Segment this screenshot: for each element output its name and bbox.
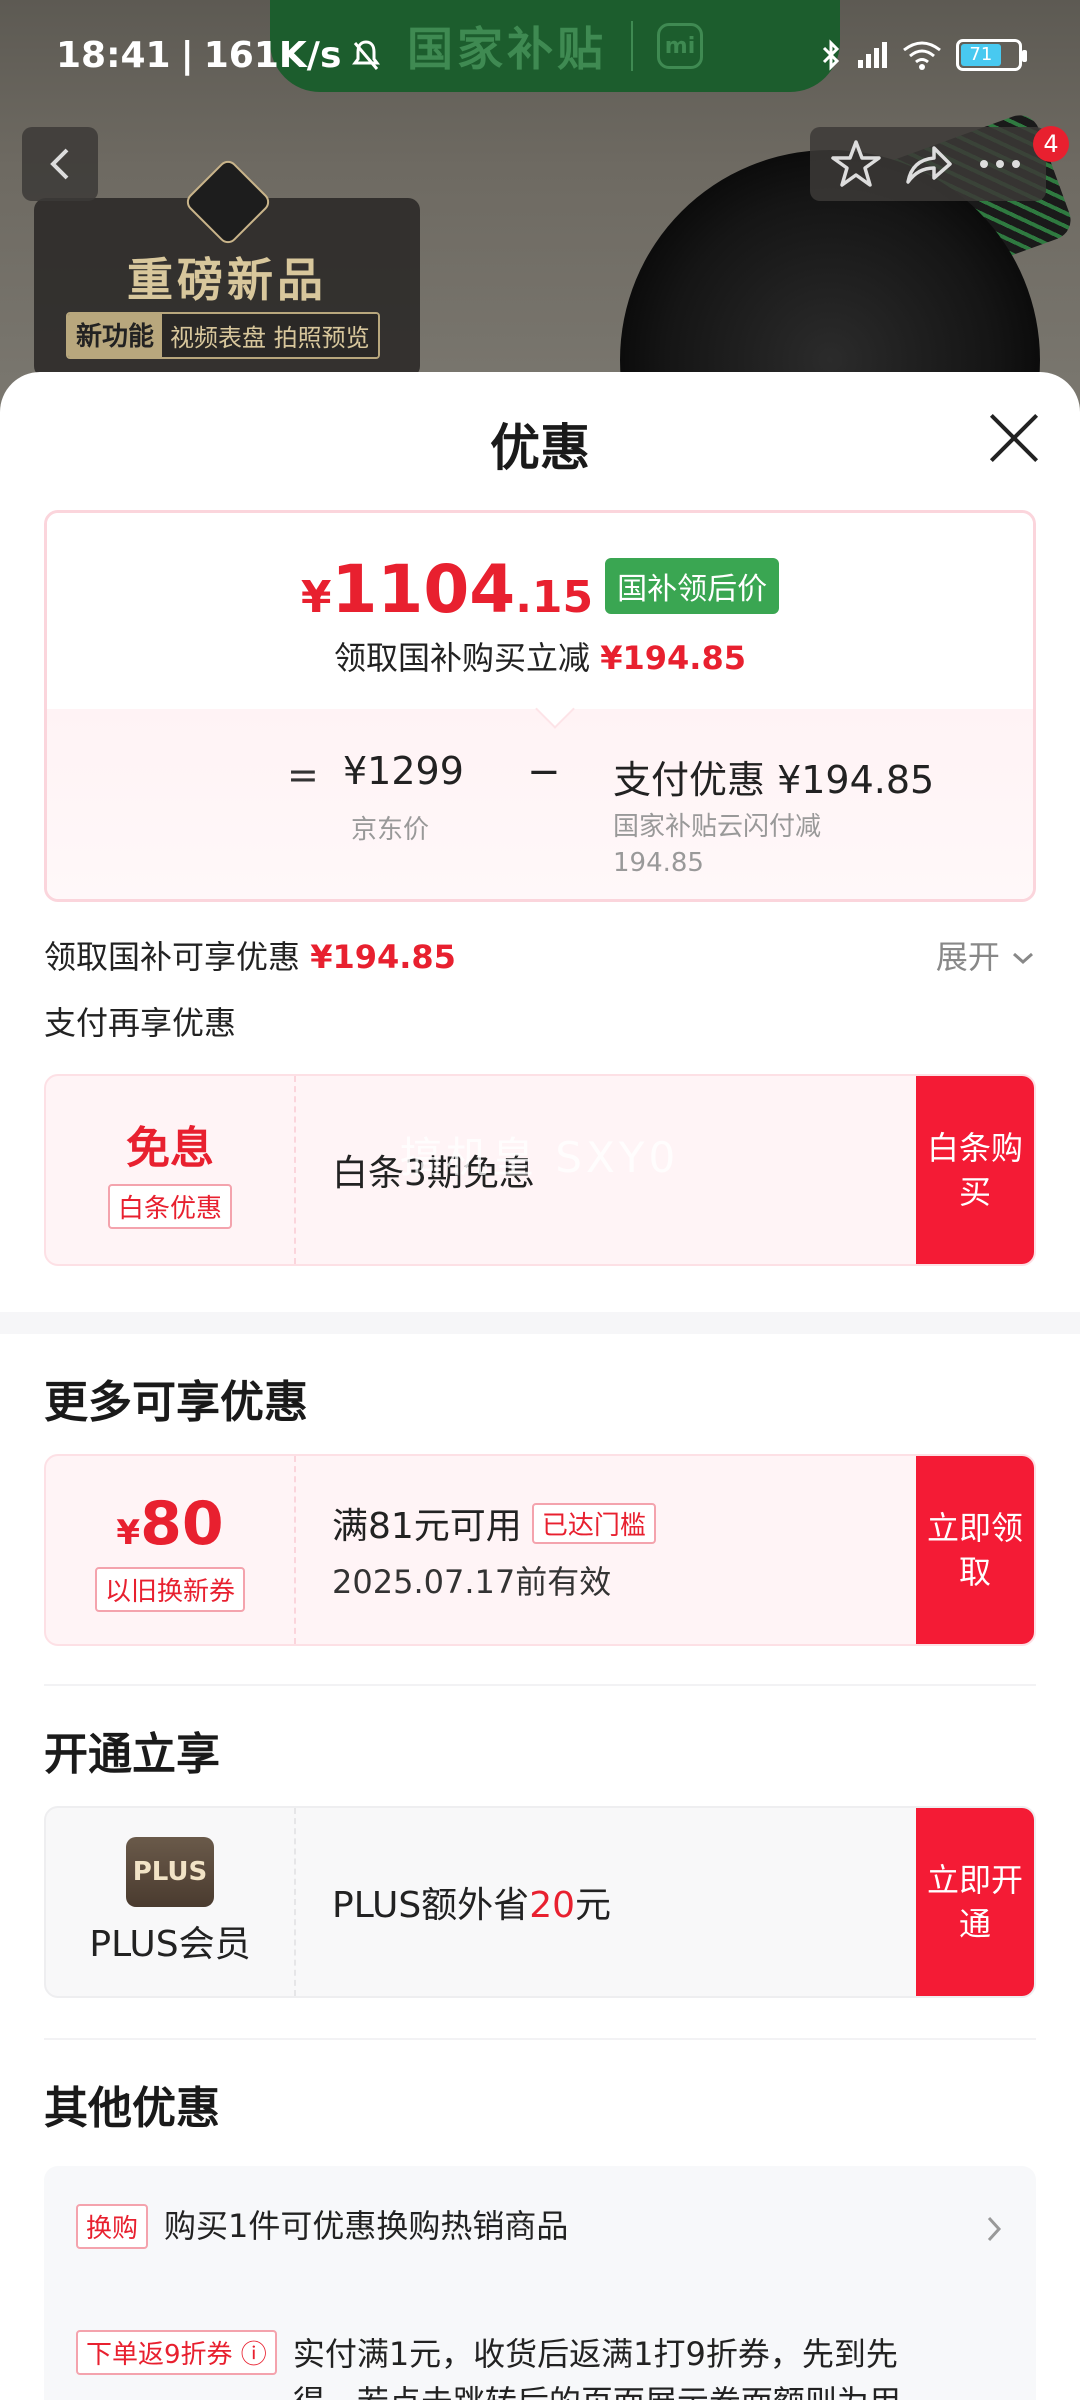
tradein-tag: 以旧换新券 (94, 1566, 245, 1612)
watermark: 搞机皇 SXY0 (400, 1133, 680, 1182)
offer-text: 实付满1元，收货后返满1打9折券，先到先得。若点击跳转后的页面展示券面额则为用 (292, 2335, 901, 2400)
plus-logo-icon: PLUS (126, 1837, 214, 1907)
more-icon[interactable] (974, 138, 1026, 190)
divider (44, 1684, 1036, 1686)
baitiao-buy-button[interactable]: 白条购买 (916, 1076, 1034, 1264)
status-separator: | (180, 34, 194, 76)
sheet-title: 优惠 (490, 419, 590, 477)
equals-sign: = (287, 753, 319, 797)
offer-text: 购买1件可优惠换购热销商品 (164, 2207, 569, 2245)
plus-desc-prefix: PLUS额外省 (332, 1885, 530, 1926)
tradein-coupon: ¥80 以旧换新券 满81元可用 已达门槛 2025.07.17前有效 立即领取 (44, 1454, 1036, 1646)
bluetooth-icon (822, 39, 840, 71)
tradein-value: 80 (140, 1488, 224, 1559)
baitiao-left: 免息 白条优惠 (46, 1076, 296, 1264)
price-breakdown (47, 709, 1033, 899)
battery-icon: 71 (956, 39, 1027, 71)
status-left: 18:41 | 161K/s (56, 35, 381, 76)
final-price-decimal: .15 (515, 572, 594, 623)
promo-tags: 新功能 视频表盘 拍照预览 (66, 312, 380, 359)
star-icon[interactable] (830, 138, 882, 190)
status-speed: 161K/s (203, 34, 342, 76)
subsidy-row-amount: ¥194.85 (310, 938, 456, 976)
subsidy-row-label: 领取国补可享优惠 (44, 938, 301, 976)
tradein-left: ¥80 以旧换新券 (46, 1456, 296, 1644)
pay-discount: 支付优惠 ¥194.85 (613, 758, 935, 802)
status-bar: 18:41 | 161K/s 71 (0, 0, 1080, 110)
offer-tag: 换购 (76, 2203, 149, 2249)
other-offers-title: 其他优惠 (44, 2083, 220, 2134)
open-plus-button[interactable]: 立即开通 (916, 1808, 1034, 1996)
jd-price-label: 京东价 (351, 815, 430, 845)
tradein-currency: ¥ (116, 1512, 141, 1553)
status-right: 71 (820, 39, 1027, 71)
price-sub-amount: ¥194.85 (600, 639, 746, 677)
share-icon[interactable] (902, 138, 954, 190)
plus-desc-wrap: PLUS额外省20元 (332, 1808, 611, 1996)
chevron-left-icon (50, 148, 69, 180)
baitiao-title: 免息 (126, 1122, 214, 1174)
price-subtext: 领取国补购买立减 ¥194.85 (47, 633, 1033, 679)
other-offers-box: 换购 购买1件可优惠换购热销商品 下单返9折券 ⓘ 实付满1元，收货后返满1打9… (44, 2166, 1036, 2400)
promo-tag-new: 新功能 (68, 314, 163, 357)
plus-desc-amount: 20 (529, 1885, 575, 1926)
tradein-condition-line: 满81元可用 已达门槛 (332, 1497, 656, 1549)
claim-coupon-button[interactable]: 立即领取 (916, 1456, 1034, 1644)
final-price-integer: 1104 (331, 551, 516, 628)
promo-title: 重磅新品 (127, 253, 327, 307)
tradein-valid: 2025.07.17前有效 (332, 1563, 612, 1601)
price-summary-box: ¥1104.15 国补领后价 领取国补购买立减 ¥194.85 = ¥1299 … (44, 510, 1036, 902)
brand-logo-icon (182, 156, 274, 248)
close-button[interactable] (988, 412, 1038, 462)
status-time: 18:41 (56, 34, 171, 76)
expand-label: 展开 (935, 938, 1000, 976)
plus-desc: PLUS额外省20元 (332, 1876, 611, 1928)
chevron-down-icon (1013, 952, 1033, 965)
tradein-amount: ¥80 (116, 1489, 223, 1559)
expand-toggle[interactable]: 展开 (936, 932, 1036, 978)
plus-name: PLUS会员 (89, 1924, 251, 1965)
battery-level: 71 (961, 44, 1001, 66)
minus-sign: − (527, 749, 561, 795)
final-price-line: ¥1104.15 国补领后价 (47, 551, 1033, 628)
mute-bell-icon (352, 40, 381, 70)
plus-left: PLUS PLUS会员 (46, 1808, 296, 1996)
plus-desc-suffix: 元 (575, 1885, 612, 1926)
action-group (810, 127, 1046, 201)
open-benefits-title: 开通立享 (44, 1729, 220, 1780)
wifi-icon (903, 41, 941, 70)
divider (44, 2038, 1036, 2040)
promo-card: 重磅新品 新功能 视频表盘 拍照预览 (34, 156, 420, 378)
back-button[interactable] (22, 127, 98, 201)
promo-tag-features: 视频表盘 拍照预览 (162, 314, 378, 357)
signal-icon (858, 42, 887, 68)
list-item[interactable]: 换购 购买1件可优惠换购热销商品 (76, 2202, 1004, 2250)
discount-sheet: 优惠 ¥1104.15 国补领后价 领取国补购买立减 ¥194.85 = ¥12… (0, 372, 1080, 2400)
pay-more-label: 支付再享优惠 (44, 1004, 237, 1042)
final-price: ¥1104.15 (301, 551, 593, 628)
subsidy-price-tag: 国补领后价 (605, 558, 780, 614)
more-offers-title: 更多可享优惠 (44, 1377, 308, 1428)
final-price-currency: ¥ (300, 572, 332, 623)
section-divider (0, 1312, 1080, 1334)
notification-badge: 4 (1033, 126, 1069, 162)
jd-price: ¥1299 (343, 749, 464, 793)
threshold-badge: 已达门槛 (531, 1502, 656, 1544)
chevron-right-icon[interactable] (984, 2214, 1004, 2244)
plus-coupon: PLUS PLUS会员 PLUS额外省20元 立即开通 (44, 1806, 1036, 1998)
tradein-condition: 满81元可用 (332, 1506, 522, 1547)
list-item[interactable]: 下单返9折券 ⓘ 实付满1元，收货后返满1打9折券，先到先得。若点击跳转后的页面… (76, 2330, 956, 2400)
pay-discount-label: 国家补贴云闪付减194.85 (613, 812, 822, 878)
price-sub-label: 领取国补购买立减 (334, 639, 591, 677)
tradein-desc-wrap: 满81元可用 已达门槛 2025.07.17前有效 (332, 1456, 656, 1644)
subsidy-row: 领取国补可享优惠 ¥194.85 (44, 932, 456, 978)
offer-tag: 下单返9折券 ⓘ (76, 2330, 277, 2375)
baitiao-tag: 白条优惠 (107, 1183, 232, 1229)
